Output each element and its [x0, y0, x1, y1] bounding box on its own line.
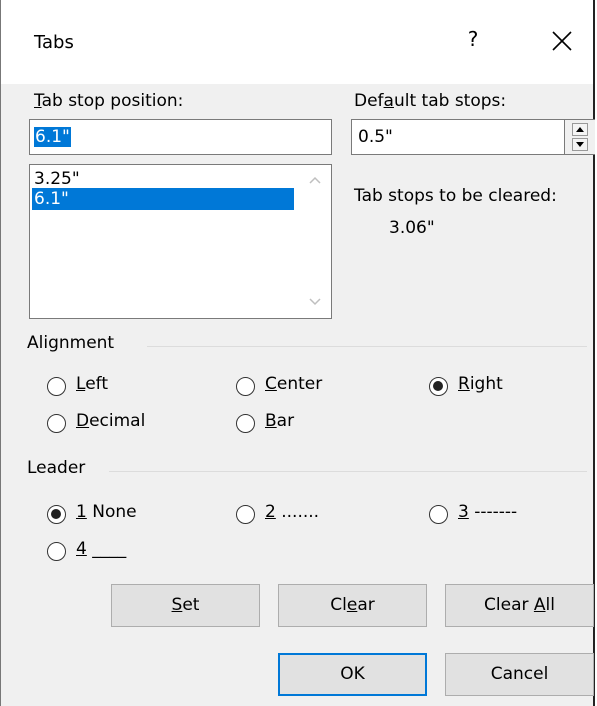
leader-none-radio[interactable]: [47, 505, 66, 524]
leader-divider: [109, 471, 587, 472]
leader-none-label[interactable]: 1 None: [76, 502, 137, 522]
align-bar-radio[interactable]: [236, 414, 255, 433]
help-button[interactable]: ?: [461, 27, 485, 51]
tabs-dialog: Tabs ? Tab stop position: 6.1" 3.25" 6.1"…: [0, 0, 595, 706]
tab-stop-list-item[interactable]: 6.1": [32, 188, 294, 210]
align-decimal-radio[interactable]: [47, 414, 66, 433]
close-icon: [552, 31, 572, 51]
tab-stop-list-scrollbar[interactable]: [298, 165, 331, 318]
align-center-radio[interactable]: [236, 377, 255, 396]
tab-stop-position-input[interactable]: 6.1": [29, 119, 332, 155]
leader-heading: Leader: [27, 458, 86, 478]
align-center-label[interactable]: Center: [265, 374, 322, 394]
align-left-radio[interactable]: [47, 377, 66, 396]
leader-dashes-radio[interactable]: [429, 505, 448, 524]
default-tab-stops-label: Default tab stops:: [354, 91, 507, 111]
tab-stop-list-item[interactable]: 3.25": [32, 168, 294, 190]
tab-stop-position-value: 6.1": [34, 127, 71, 147]
tab-stops-to-be-cleared-label: Tab stops to be cleared:: [354, 186, 557, 206]
align-bar-label[interactable]: Bar: [265, 411, 294, 431]
chevron-down-icon: [309, 298, 321, 306]
align-right-label[interactable]: Right: [458, 374, 503, 394]
dialog-title: Tabs: [34, 32, 74, 53]
leader-dashes-label[interactable]: 3 -------: [458, 502, 517, 522]
clear-all-button[interactable]: Clear All: [445, 584, 594, 627]
tab-stop-list[interactable]: 3.25" 6.1": [29, 164, 332, 319]
alignment-divider: [147, 346, 587, 347]
tab-stops-to-be-cleared-value: 3.06": [389, 218, 435, 238]
align-decimal-label[interactable]: Decimal: [76, 411, 145, 431]
align-left-label[interactable]: Left: [76, 374, 108, 394]
default-tab-stops-spinner[interactable]: [564, 120, 595, 154]
leader-dots-radio[interactable]: [236, 505, 255, 524]
default-tab-stops-input[interactable]: 0.5": [351, 119, 595, 155]
leader-dots-label[interactable]: 2 .......: [265, 502, 319, 522]
close-button[interactable]: [547, 26, 577, 56]
cancel-button[interactable]: Cancel: [445, 653, 594, 696]
clear-button[interactable]: Clear: [278, 584, 427, 627]
chevron-up-icon: [309, 176, 321, 184]
align-right-radio[interactable]: [429, 377, 448, 396]
set-button[interactable]: Set: [111, 584, 260, 627]
leader-underline-label[interactable]: 4 ____: [76, 539, 126, 559]
ok-button[interactable]: OK: [278, 653, 427, 696]
tab-stop-position-label: Tab stop position:: [34, 91, 184, 111]
spin-up-icon: [572, 123, 588, 136]
spin-down-icon: [572, 138, 588, 151]
default-tab-stops-value: 0.5": [358, 127, 393, 147]
alignment-heading: Alignment: [27, 333, 115, 353]
title-bar: Tabs ?: [1, 0, 593, 84]
leader-underline-radio[interactable]: [47, 542, 66, 561]
